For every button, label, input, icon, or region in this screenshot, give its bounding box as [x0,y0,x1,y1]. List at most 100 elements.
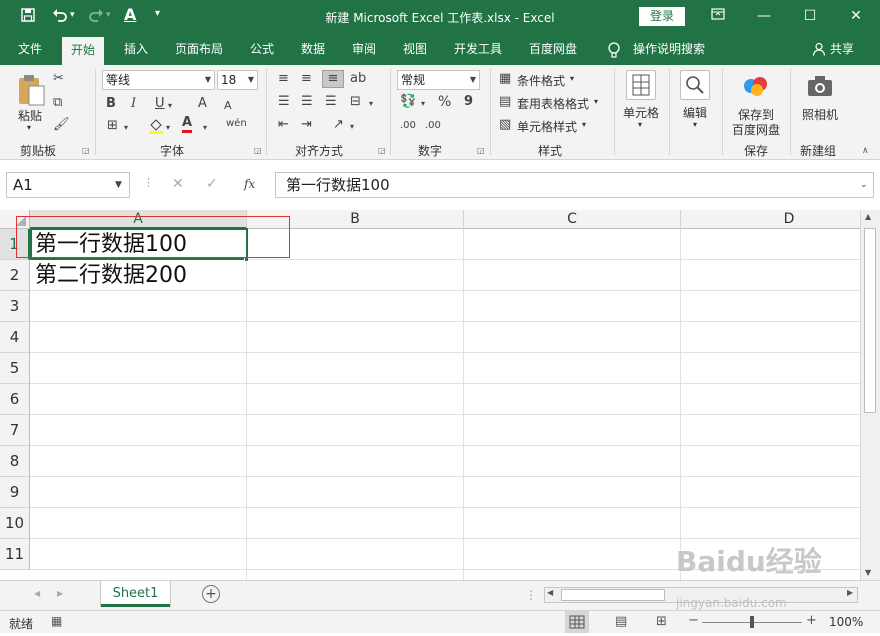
text-direction-icon[interactable]: ↗ [333,117,344,133]
chevron-down-icon[interactable]: ▾ [594,97,598,106]
phonetic-guide-button[interactable]: wén [226,116,247,132]
copy-icon[interactable]: ⧉ [53,95,62,111]
borders-icon[interactable]: ⊞ [107,118,118,134]
row-header[interactable]: 9 [0,477,30,508]
bold-button[interactable]: B [106,96,116,112]
fill-color-icon[interactable] [148,117,164,140]
paste-label[interactable]: 粘贴 [18,107,42,124]
number-launcher-icon[interactable]: ◲ [477,146,485,155]
formula-input[interactable]: 第一行数据100 ⌄ [275,172,874,198]
editing-button[interactable]: 编辑 [683,104,707,121]
normal-view-icon[interactable] [565,611,589,633]
italic-button[interactable]: I [131,96,136,112]
top-align-icon[interactable]: ≡ [278,71,289,87]
cut-icon[interactable]: ✂ [53,71,64,87]
tab-data[interactable]: 数据 [292,34,334,65]
sheet-tab-sheet1[interactable]: Sheet1 [101,581,170,607]
row-header[interactable]: 8 [0,446,30,477]
font-name-combo[interactable]: 等线 ▼ [102,70,215,90]
camera-button[interactable]: 照相机 [802,106,838,123]
tab-review[interactable]: 审阅 [343,34,385,65]
font-launcher-icon[interactable]: ◲ [254,146,262,155]
row-header[interactable]: 2 [0,260,30,291]
login-button[interactable]: 登录 [639,7,685,26]
clipboard-launcher-icon[interactable]: ◲ [82,146,90,155]
tab-view[interactable]: 视图 [394,34,436,65]
grow-font-button[interactable]: A [198,96,207,112]
tab-formulas[interactable]: 公式 [241,34,283,65]
tell-me-search[interactable]: 操作说明搜索 [624,34,714,65]
format-as-table-button[interactable]: 套用表格格式 [517,95,589,112]
paste-dropdown-icon[interactable]: ▾ [27,123,31,132]
tab-file[interactable]: 文件 [9,34,51,65]
zoom-in-icon[interactable]: + [806,613,817,628]
zoom-out-icon[interactable]: − [688,613,699,628]
zoom-level[interactable]: 100% [829,615,863,629]
cells-icon[interactable] [626,70,656,100]
row-header[interactable]: 7 [0,415,30,446]
enter-icon[interactable]: ✓ [206,176,218,192]
page-layout-view-icon[interactable]: ▤ [615,614,627,629]
close-button[interactable]: ✕ [841,6,871,26]
scroll-right-icon[interactable]: ▶ [847,588,853,597]
font-color-dropdown-icon[interactable]: ▾ [203,120,207,136]
zoom-slider-thumb[interactable] [750,616,754,628]
align-center-icon[interactable]: ☰ [301,94,313,110]
cancel-icon[interactable]: ✕ [172,176,184,192]
scroll-left-icon[interactable]: ◀ [547,588,553,597]
tab-baidu[interactable]: 百度网盘 [520,34,586,65]
row-header[interactable]: 6 [0,384,30,415]
merge-center-icon[interactable]: ⊟ [350,94,361,110]
row-header[interactable]: 3 [0,291,30,322]
tab-developer[interactable]: 开发工具 [445,34,511,65]
page-break-view-icon[interactable]: ⊞ [656,614,667,629]
row-header[interactable]: 11 [0,539,30,570]
number-format-combo[interactable]: 常规 ▼ [397,70,480,90]
collapse-ribbon-icon[interactable]: ∧ [862,146,869,156]
column-header-d[interactable]: D [681,210,860,229]
baidu-cloud-icon[interactable] [741,74,771,101]
search-icon[interactable] [680,70,710,100]
save-to-baidu-line2[interactable]: 百度网盘 [732,121,780,138]
cells-button[interactable]: 单元格 [623,104,659,121]
font-color-button[interactable]: A [182,116,193,133]
bottom-align-icon[interactable]: ≡ [322,70,344,88]
expand-formula-bar-icon[interactable]: ⌄ [860,173,868,197]
alignment-launcher-icon[interactable]: ◲ [378,146,386,155]
row-header[interactable]: 5 [0,353,30,384]
format-painter-icon[interactable]: 🖌 [53,117,70,133]
accounting-format-icon[interactable]: 💱 [400,94,416,110]
tab-insert[interactable]: 插入 [115,34,157,65]
insert-function-button[interactable]: fx [244,177,255,191]
decrease-indent-icon[interactable]: ⇤ [278,117,289,133]
vertical-scroll-thumb[interactable] [864,228,876,413]
ribbon-display-icon[interactable] [703,6,733,26]
font-size-combo[interactable]: 18 ▼ [217,70,258,90]
row-header[interactable]: 10 [0,508,30,539]
align-right-icon[interactable]: ☰ [325,94,337,110]
borders-dropdown-icon[interactable]: ▾ [124,120,128,136]
percent-style-button[interactable]: % [438,94,451,110]
chevron-down-icon[interactable]: ▾ [638,120,642,129]
chevron-down-icon[interactable]: ▾ [693,120,697,129]
cell-a1[interactable]: 第一行数据100 [35,229,187,260]
align-left-icon[interactable]: ☰ [278,94,290,110]
comma-style-button[interactable]: 9 [464,94,473,110]
share-button[interactable]: 共享 [821,34,863,65]
maximize-button[interactable]: ☐ [795,6,825,26]
next-sheet-icon[interactable]: ▶ [57,589,63,598]
chevron-down-icon[interactable]: ▾ [582,120,586,129]
merge-dropdown-icon[interactable]: ▾ [369,96,373,112]
macro-record-icon[interactable]: ▦ [51,614,62,628]
accounting-dropdown-icon[interactable]: ▾ [421,96,425,112]
paste-icon[interactable] [16,73,46,110]
minimize-button[interactable]: — [749,6,779,26]
tab-page-layout[interactable]: 页面布局 [166,34,232,65]
underline-button[interactable]: U [155,96,165,112]
text-direction-dropdown-icon[interactable]: ▾ [350,119,354,135]
decrease-decimal-button[interactable]: .00 [425,118,441,134]
fill-dropdown-icon[interactable]: ▾ [166,120,170,136]
cell-styles-button[interactable]: 单元格样式 [517,118,577,135]
worksheet-grid[interactable]: A B C D 1 2 3 4 5 6 7 8 9 10 11 第一行数据100… [0,210,860,580]
underline-dropdown-icon[interactable]: ▾ [168,98,172,114]
